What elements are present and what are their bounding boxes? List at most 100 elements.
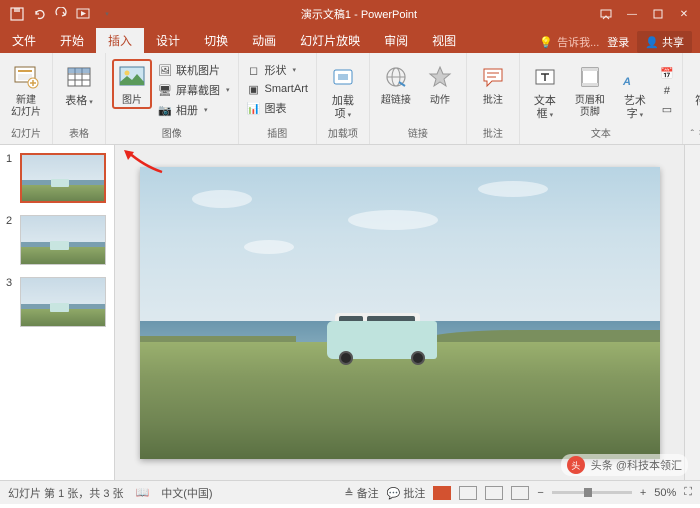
thumbnail-pane[interactable]: 1 2 3 bbox=[0, 145, 115, 480]
window-title: 演示文稿1 - PowerPoint bbox=[124, 6, 594, 22]
sorter-view-icon[interactable] bbox=[459, 486, 477, 500]
tab-home[interactable]: 开始 bbox=[48, 28, 96, 53]
close-icon[interactable]: ✕ bbox=[672, 4, 696, 24]
tab-animations[interactable]: 动画 bbox=[240, 28, 288, 53]
van-image bbox=[327, 313, 437, 365]
comment-button[interactable]: 批注 bbox=[473, 59, 513, 109]
shapes-icon: ◻ bbox=[247, 63, 261, 77]
window-controls: — ✕ bbox=[594, 4, 700, 24]
chart-icon: 📊 bbox=[247, 101, 261, 115]
workspace: 1 2 3 bbox=[0, 145, 700, 480]
text-more-2[interactable]: # bbox=[658, 83, 676, 99]
group-label: 表格 bbox=[69, 125, 89, 142]
reading-view-icon[interactable] bbox=[485, 486, 503, 500]
share-button[interactable]: 👤共享 bbox=[637, 31, 692, 53]
symbol-button[interactable]: Ω 符号▾ bbox=[689, 59, 700, 110]
tab-view[interactable]: 视图 bbox=[420, 28, 468, 53]
group-label: 链接 bbox=[408, 125, 428, 142]
thumbnail-2[interactable]: 2 bbox=[6, 215, 108, 265]
shapes-button[interactable]: ◻形状▾ bbox=[245, 61, 310, 79]
slideshow-view-icon[interactable] bbox=[511, 486, 529, 500]
ribbon-tabs: 文件 开始 插入 设计 切换 动画 幻灯片放映 审阅 视图 💡告诉我... 登录… bbox=[0, 28, 700, 53]
svg-text:A: A bbox=[622, 76, 631, 88]
start-icon[interactable] bbox=[74, 5, 92, 23]
group-links: 超链接 动作 链接 bbox=[370, 53, 467, 144]
qat-dropdown-icon[interactable]: ▾ bbox=[98, 5, 116, 23]
tab-design[interactable]: 设计 bbox=[144, 28, 192, 53]
picture-button[interactable]: 图片 bbox=[112, 59, 152, 109]
watermark-logo: 头 bbox=[567, 456, 585, 474]
album-icon: 📷 bbox=[158, 103, 172, 117]
zoom-out-icon[interactable]: − bbox=[537, 487, 543, 499]
addins-icon bbox=[327, 61, 359, 93]
album-button[interactable]: 📷相册▾ bbox=[156, 101, 232, 119]
group-label: 加载项 bbox=[328, 125, 358, 142]
text-more-3[interactable]: ▭ bbox=[658, 101, 676, 117]
chart-button[interactable]: 📊图表 bbox=[245, 99, 310, 117]
text-more-1[interactable]: 📅 bbox=[658, 65, 676, 81]
group-addins: 加载 项▾ 加载项 bbox=[317, 53, 370, 144]
group-tables: 表格▾ 表格 bbox=[53, 53, 106, 144]
smartart-button[interactable]: ▣SmartArt bbox=[245, 81, 310, 97]
ribbon: 新建 幻灯片 幻灯片 表格▾ 表格 图片 🖼联机图片 🖥屏幕截图▾ 📷相册▾ bbox=[0, 53, 700, 145]
screenshot-icon: 🖥 bbox=[158, 83, 172, 97]
slide-indicator[interactable]: 幻灯片 第 1 张，共 3 张 bbox=[8, 485, 124, 501]
tab-slideshow[interactable]: 幻灯片放映 bbox=[288, 28, 372, 53]
action-button[interactable]: 动作 bbox=[420, 59, 460, 109]
save-icon[interactable] bbox=[8, 5, 26, 23]
collapse-ribbon-icon[interactable]: ˆ bbox=[691, 129, 694, 140]
addins-button[interactable]: 加载 项▾ bbox=[323, 59, 363, 123]
online-pictures-button[interactable]: 🖼联机图片 bbox=[156, 61, 232, 79]
notes-button[interactable]: ≜ 备注 bbox=[344, 485, 378, 501]
redo-icon[interactable] bbox=[52, 5, 70, 23]
group-label: 文本 bbox=[591, 125, 611, 142]
symbol-icon: Ω bbox=[693, 61, 700, 93]
thumbnail-3[interactable]: 3 bbox=[6, 277, 108, 327]
hyperlink-button[interactable]: 超链接 bbox=[376, 59, 416, 109]
table-icon bbox=[63, 61, 95, 93]
tab-insert[interactable]: 插入 bbox=[96, 28, 144, 53]
vertical-scrollbar[interactable] bbox=[684, 145, 700, 480]
group-text: 文本框▾ 页眉和页脚 A 艺术字▾ 📅 # ▭ 文本 bbox=[520, 53, 683, 144]
wordart-icon: A bbox=[619, 61, 651, 93]
group-label: 幻灯片 bbox=[11, 125, 41, 142]
picture-icon bbox=[116, 61, 148, 93]
comment-icon bbox=[477, 61, 509, 93]
tell-me[interactable]: 💡告诉我... bbox=[539, 34, 599, 50]
zoom-slider[interactable] bbox=[552, 491, 632, 494]
tab-transitions[interactable]: 切换 bbox=[192, 28, 240, 53]
watermark: 头 头条 @科技本领汇 bbox=[561, 454, 688, 476]
tab-review[interactable]: 审阅 bbox=[372, 28, 420, 53]
bulb-icon: 💡 bbox=[539, 36, 553, 49]
slide-canvas[interactable] bbox=[115, 145, 684, 480]
zoom-level[interactable]: 50% bbox=[654, 487, 676, 499]
language-indicator[interactable]: 中文(中国) bbox=[161, 485, 212, 501]
wordart-button[interactable]: A 艺术字▾ bbox=[616, 59, 654, 123]
minimize-icon[interactable]: — bbox=[620, 4, 644, 24]
status-bar: 幻灯片 第 1 张，共 3 张 📖 中文(中国) ≜ 备注 💬 批注 − + 5… bbox=[0, 480, 700, 504]
action-icon bbox=[424, 61, 456, 93]
signin-link[interactable]: 登录 bbox=[607, 34, 629, 50]
tab-file[interactable]: 文件 bbox=[0, 28, 48, 53]
new-slide-button[interactable]: 新建 幻灯片 bbox=[6, 59, 46, 121]
undo-icon[interactable] bbox=[30, 5, 48, 23]
thumbnail-1[interactable]: 1 bbox=[6, 153, 108, 203]
header-icon bbox=[574, 61, 606, 93]
group-images: 图片 🖼联机图片 🖥屏幕截图▾ 📷相册▾ 图像 bbox=[106, 53, 239, 144]
comments-button[interactable]: 💬 批注 bbox=[387, 485, 426, 501]
screenshot-button[interactable]: 🖥屏幕截图▾ bbox=[156, 81, 232, 99]
ribbon-options-icon[interactable] bbox=[594, 4, 618, 24]
group-label: 插图 bbox=[267, 125, 287, 142]
zoom-in-icon[interactable]: + bbox=[640, 487, 646, 499]
table-button[interactable]: 表格▾ bbox=[59, 59, 99, 110]
textbox-button[interactable]: 文本框▾ bbox=[526, 59, 564, 123]
header-footer-button[interactable]: 页眉和页脚 bbox=[568, 59, 612, 121]
title-bar: ▾ 演示文稿1 - PowerPoint — ✕ bbox=[0, 0, 700, 28]
slide-content bbox=[140, 167, 660, 459]
normal-view-icon[interactable] bbox=[433, 486, 451, 500]
online-pic-icon: 🖼 bbox=[158, 63, 172, 77]
spell-icon[interactable]: 📖 bbox=[136, 486, 150, 499]
maximize-icon[interactable] bbox=[646, 4, 670, 24]
group-illustrations: ◻形状▾ ▣SmartArt 📊图表 插图 bbox=[239, 53, 317, 144]
fit-icon[interactable]: ⛶ bbox=[684, 486, 692, 499]
